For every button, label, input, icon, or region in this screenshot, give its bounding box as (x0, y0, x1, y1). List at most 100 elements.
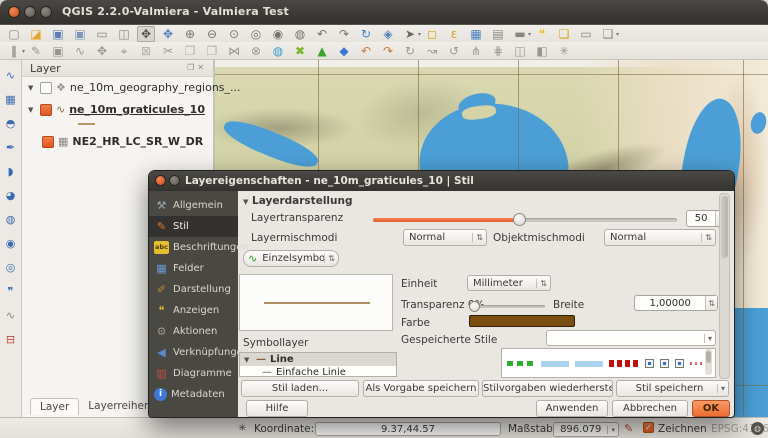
saved-style-solid[interactable] (575, 361, 603, 367)
save-style-button[interactable]: Stil speichern▾ (616, 380, 729, 397)
dropdown-icon[interactable]: ▾ (22, 44, 25, 60)
layer-visibility-checkbox[interactable] (40, 104, 52, 116)
redo-icon[interactable]: ↷ (379, 43, 397, 59)
dialog-tab-darstellung[interactable]: ✐Darstellung (149, 279, 238, 300)
apply-button[interactable]: Anwenden (536, 400, 608, 417)
scrollbar-thumb[interactable] (721, 196, 728, 258)
expander-icon[interactable]: ▼ (244, 356, 252, 364)
dialog-tab-aktionen[interactable]: ⚙Aktionen (149, 321, 238, 342)
renderer-combo[interactable]: ∿ Einzelsymbol⇅ (243, 250, 339, 267)
scrollbar-thumb[interactable] (706, 351, 711, 363)
terrain-icon[interactable]: ▲ (313, 43, 331, 59)
add-oracle-layer-icon[interactable]: ◕ (2, 188, 19, 203)
cut-features-icon[interactable]: ✂ (159, 43, 177, 59)
scale-value[interactable]: 896.079 (554, 424, 607, 435)
slider-handle[interactable] (469, 301, 480, 312)
dialog-tab-felder[interactable]: ▦Felder (149, 258, 238, 279)
add-wcs-layer-icon[interactable]: ◉ (2, 236, 19, 251)
delete-selected-icon[interactable]: ⊠ (137, 43, 155, 59)
window-maximize-button[interactable] (40, 6, 52, 18)
dropdown-icon[interactable]: ▾ (528, 27, 531, 43)
zoom-out-icon[interactable]: ⊖ (203, 26, 221, 42)
zoom-to-selection-icon[interactable]: ◉ (269, 26, 287, 42)
dialog-minimize-button[interactable] (169, 175, 180, 186)
rotate-point-symbols-icon[interactable]: ✳ (555, 43, 573, 59)
add-postgis-layer-icon[interactable]: ◓ (2, 116, 19, 131)
layer-visibility-checkbox[interactable] (40, 82, 52, 94)
coordinate-input[interactable]: 9.37,44.57 (315, 422, 501, 436)
dialog-tab-beschriftungen[interactable]: abcBeschriftungen (149, 237, 238, 258)
dialog-close-button[interactable] (155, 175, 166, 186)
saved-style-dashed-thick[interactable] (609, 360, 639, 367)
copy-features-icon[interactable]: ❐ (181, 43, 199, 59)
symbol-layers-tree[interactable]: ▼ — Line — Einfache Linie (239, 352, 397, 377)
composer-manager-icon[interactable]: ◫ (115, 26, 133, 42)
add-spatialite-layer-icon[interactable]: ✒ (2, 140, 19, 155)
layer-item-geography-regions[interactable]: ▼ ❖ ne_10m_geography_regions_... (28, 80, 241, 95)
add-delimited-text-layer-icon[interactable]: ❞ (2, 284, 19, 299)
pan-to-selection-icon[interactable]: ✥ (159, 26, 177, 42)
unit-combo[interactable]: Millimeter⇅ (467, 275, 551, 291)
measure-icon[interactable]: ▬▾ (511, 26, 529, 42)
add-raster-layer-icon[interactable]: ▦ (2, 92, 19, 107)
saved-style-solid[interactable] (541, 361, 569, 367)
expander-icon[interactable]: ▼ (28, 84, 36, 92)
new-project-icon[interactable]: ▢ (5, 26, 23, 42)
saved-style-marker[interactable] (675, 359, 684, 368)
add-vector-layer-icon[interactable]: ∿ (2, 68, 19, 83)
render-checkbox[interactable]: ✓ (643, 422, 654, 433)
dialog-tab-diagramme[interactable]: ▥Diagramme (149, 363, 238, 384)
save-project-icon[interactable]: ▣ (49, 26, 67, 42)
save-as-default-button[interactable]: Als Vorgabe speichern (363, 380, 479, 397)
new-bookmark-icon[interactable]: ❏ (555, 26, 573, 42)
toggle-editing-icon[interactable]: ✎ (27, 43, 45, 59)
save-layer-edits-icon[interactable]: ▣ (49, 43, 67, 59)
window-close-button[interactable] (8, 6, 20, 18)
layer-transparency-slider[interactable] (373, 218, 677, 222)
saved-style-dotted[interactable] (690, 362, 716, 365)
show-bookmarks-icon[interactable]: ▭ (577, 26, 595, 42)
identify-features-icon[interactable]: ◈ (379, 26, 397, 42)
add-feature-icon[interactable]: ∿ (71, 43, 89, 59)
width-spinbox[interactable]: 1,00000⇅ (634, 295, 718, 311)
remove-layer-icon[interactable]: ⊟ (2, 332, 19, 347)
saved-style-dashed[interactable] (507, 361, 535, 366)
cancel-button[interactable]: Abbrechen (612, 400, 688, 417)
symbol-tree-child-row[interactable]: — Einfache Linie (240, 366, 396, 377)
georeferencer-icon[interactable]: ◆ (335, 43, 353, 59)
saved-style-marker[interactable] (660, 359, 669, 368)
collapse-icon[interactable]: ▼ (243, 198, 248, 206)
expander-icon[interactable]: ▼ (28, 106, 36, 114)
split-features-icon[interactable]: ⋔ (467, 43, 485, 59)
undo-icon[interactable]: ↶ (357, 43, 375, 59)
simplify-feature-icon[interactable]: ⋈ (225, 43, 243, 59)
deselect-features-icon[interactable]: ◻ (423, 26, 441, 42)
saved-styles-list[interactable] (501, 348, 716, 378)
add-mssql-layer-icon[interactable]: ◗ (2, 164, 19, 179)
render-label[interactable]: Zeichnen (658, 423, 707, 435)
restore-default-button[interactable]: Stilvorgaben wiederherstellen (482, 380, 613, 397)
color-swatch-button[interactable] (469, 315, 575, 327)
float-panel-icon[interactable]: ❐ (187, 63, 197, 72)
layer-visibility-checkbox[interactable] (42, 136, 54, 148)
refresh-icon[interactable]: ↻ (357, 26, 375, 42)
web-icon[interactable]: ◍ (269, 43, 287, 59)
width-value[interactable]: 1,00000 (635, 298, 705, 309)
layer-blend-mode-combo[interactable]: Normal⇅ (403, 229, 487, 246)
crs-status-icon[interactable]: ◍ (751, 422, 764, 435)
zoom-in-icon[interactable]: ⊕ (181, 26, 199, 42)
symbol-transparency-slider[interactable] (471, 305, 545, 308)
window-titlebar[interactable]: QGIS 2.2.0-Valmiera - Valmiera Test (0, 0, 768, 24)
feature-blend-mode-combo[interactable]: Normal⇅ (604, 229, 716, 246)
rotate-feature-icon[interactable]: ↻ (401, 43, 419, 59)
zoom-next-icon[interactable]: ↷ (335, 26, 353, 42)
dialog-scrollbar[interactable] (719, 193, 730, 379)
paste-features-icon[interactable]: ❒ (203, 43, 221, 59)
dropdown-icon[interactable]: ▾ (418, 27, 421, 43)
close-panel-icon[interactable]: ✕ (197, 63, 207, 72)
select-by-expression-icon[interactable]: ε (445, 26, 463, 42)
styles-list-scrollbar[interactable] (705, 349, 712, 375)
pan-map-icon[interactable]: ✥ (137, 26, 155, 42)
new-composer-icon[interactable]: ▭ (93, 26, 111, 42)
add-wfs-layer-icon[interactable]: ◎ (2, 260, 19, 275)
